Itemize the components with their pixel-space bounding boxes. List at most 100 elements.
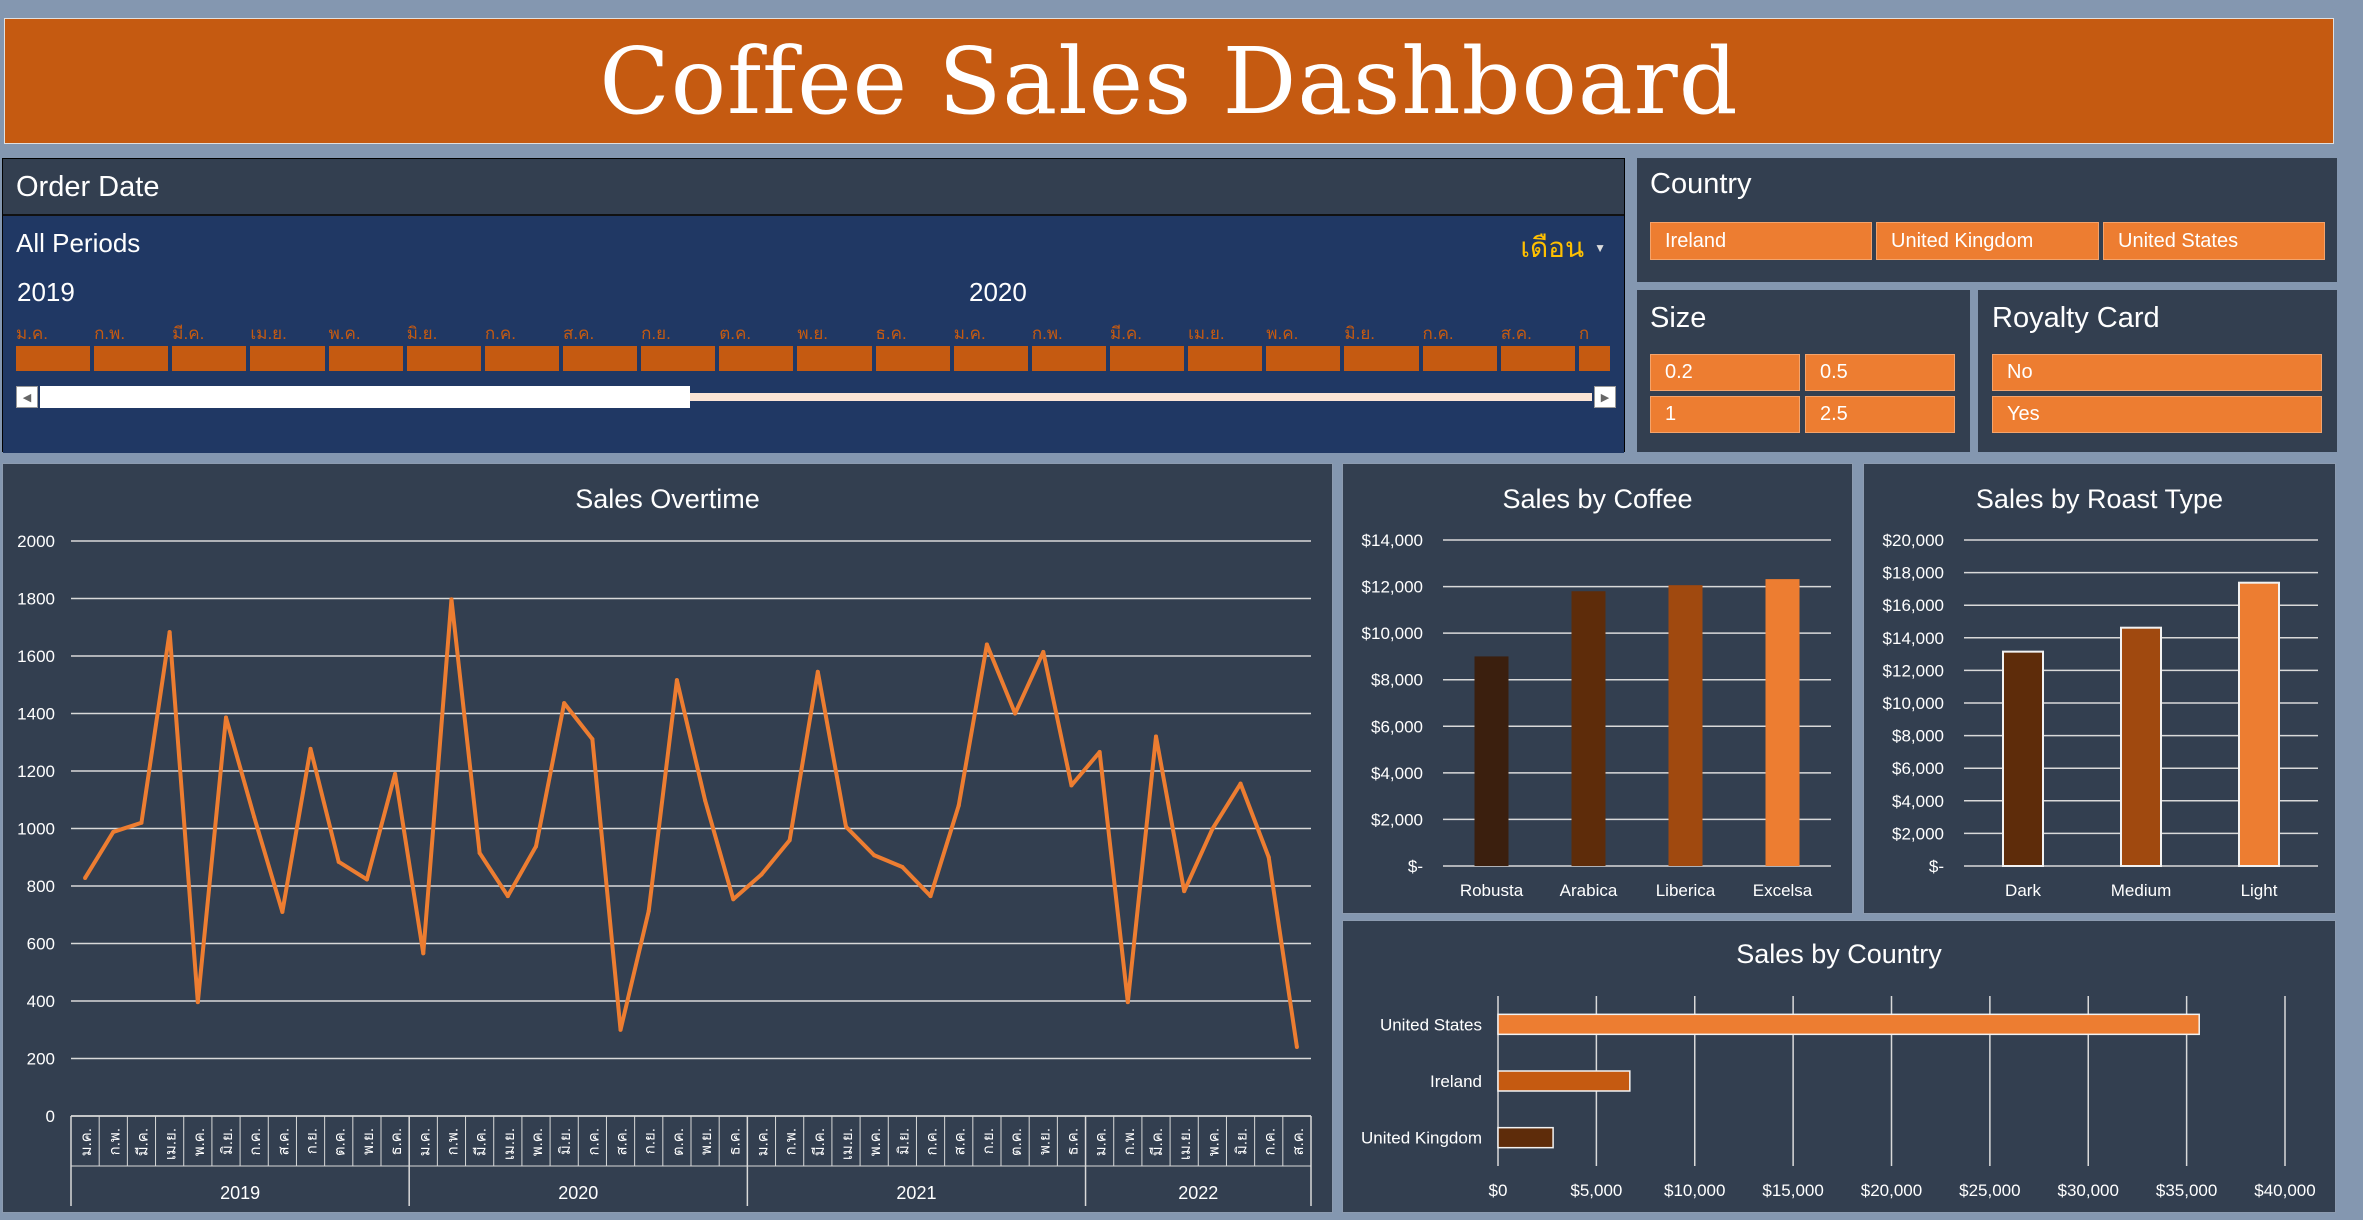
x-tick-label: มี.ค. (473, 1128, 490, 1156)
year-label: 2019 (220, 1183, 260, 1203)
x-tick-label: มี.ค. (1149, 1128, 1166, 1156)
timeline-level-dropdown[interactable]: เดือน ▼ (1520, 226, 1606, 270)
timeline-year-label: 2019 (17, 277, 75, 307)
scroll-left-button[interactable]: ◀ (16, 386, 38, 408)
timeline-period-label: All Periods (16, 228, 141, 258)
y-tick-label: 0 (46, 1107, 55, 1126)
timeline-month-cell[interactable] (1578, 346, 1610, 371)
coffee-chart-svg: $- $2,000 $4,000 $6,000 $8,000 $10,000 $12,000… (1362, 531, 1831, 900)
timeline-month-cell[interactable] (1266, 346, 1341, 371)
country-button-united-kingdom[interactable]: United Kingdom (1876, 222, 2099, 260)
timeline-scroll-thumb[interactable] (40, 386, 690, 408)
data-point (1097, 750, 1102, 755)
y-tick-label: $2,000 (1892, 824, 1944, 843)
timeline-month-label: มี.ค. (1109, 324, 1143, 343)
timeline-month-cell[interactable] (641, 346, 716, 371)
x-tick-label: มี.ค. (134, 1128, 151, 1156)
y-tick-label: United States (1380, 1015, 1482, 1034)
timeline-body: All Periods เดือน ▼ 2019 2020 ม.ค. ก.พ. มี… (3, 216, 1624, 453)
timeline-month-cell[interactable] (1188, 346, 1263, 371)
x-tick-label: พ.ค. (529, 1128, 546, 1156)
timeline-month-cell[interactable] (719, 346, 794, 371)
data-point (139, 820, 144, 825)
timeline-month-cell[interactable] (1031, 346, 1106, 371)
timeline-month-cell[interactable] (250, 346, 325, 371)
data-point (872, 853, 877, 858)
chevron-down-icon: ▼ (1594, 241, 1606, 255)
data-point (731, 897, 736, 902)
data-point (1294, 1045, 1299, 1049)
timeline-month-cell[interactable] (1500, 346, 1575, 371)
x-tick-label: $25,000 (1959, 1181, 2020, 1200)
x-tick-label: ธ.ค. (1064, 1128, 1081, 1156)
timeline-month-label: เม.ย. (1188, 324, 1225, 343)
data-point (1041, 649, 1046, 654)
x-tick-label: $5,000 (1570, 1181, 1622, 1200)
country-button-united-states[interactable]: United States (2103, 222, 2325, 260)
dashboard-title: Coffee Sales Dashboard (599, 27, 1739, 135)
x-tick-label: $35,000 (2156, 1181, 2217, 1200)
timeline-month-label: ก.พ. (94, 324, 126, 343)
timeline-month-cell[interactable] (1344, 346, 1419, 371)
size-button-0-2[interactable]: 0.2 (1650, 354, 1800, 391)
sales-by-coffee-chart: Sales by Coffee $- $2,000 $4,000 $6,000 $8,0… (1342, 463, 1853, 914)
data-point (1238, 781, 1243, 786)
x-tick-label: ก.ค. (585, 1128, 602, 1155)
timeline-month-cell[interactable] (1109, 346, 1185, 371)
timeline-month-label: ก.ค. (1422, 324, 1454, 343)
y-tick-label: 1400 (17, 705, 55, 724)
timeline-month-cell[interactable] (484, 346, 559, 371)
year-label: 2020 (558, 1183, 598, 1203)
data-point (844, 824, 848, 829)
size-button-0-5[interactable]: 0.5 (1805, 354, 1955, 391)
timeline-month-cell[interactable] (875, 346, 950, 371)
timeline-month-cell[interactable] (172, 346, 247, 371)
royalty-button-no[interactable]: No (1992, 354, 2322, 391)
timeline-title: Order Date (16, 171, 160, 203)
x-tick-label: ต.ค. (670, 1128, 687, 1156)
x-tick-label: $15,000 (1762, 1181, 1823, 1200)
country-slicer: Country Ireland United Kingdom United St… (1637, 158, 2337, 282)
series-line (83, 597, 1299, 1048)
y-tick-label: $6,000 (1892, 759, 1944, 778)
timeline-month-cell[interactable] (328, 346, 403, 371)
timeline-month-cell[interactable] (406, 346, 481, 371)
size-button-1[interactable]: 1 (1650, 396, 1800, 433)
timeline-month-cell[interactable] (16, 346, 91, 371)
timeline-month-label: ม.ค. (953, 324, 986, 343)
country-button-ireland[interactable]: Ireland (1650, 222, 1872, 260)
x-tick-label: $30,000 (2058, 1181, 2119, 1200)
x-tick-label: ต.ค. (332, 1128, 349, 1156)
timeline-month-cell[interactable] (562, 346, 638, 371)
timeline-month-label: พ.ค. (1266, 324, 1299, 343)
timeline-header: Order Date (3, 159, 1624, 216)
x-tick-label: ก.ย. (642, 1128, 659, 1154)
y-tick-label: $10,000 (1883, 694, 1944, 713)
data-point (336, 859, 341, 864)
timeline-level-label: เดือน (1520, 232, 1585, 263)
timeline-scrollbar[interactable]: ◀ ▶ (16, 386, 1616, 408)
royalty-button-yes[interactable]: Yes (1992, 396, 2322, 433)
timeline-month-cell[interactable] (953, 346, 1028, 371)
data-point (308, 746, 313, 751)
data-point (252, 815, 257, 819)
year-label: 2022 (1178, 1183, 1218, 1203)
sales-by-roast-chart: Sales by Roast Type $- $2,000 $4,000 $6,000… (1863, 463, 2336, 914)
x-tick-label: ธ.ค. (388, 1128, 405, 1156)
scroll-right-button[interactable]: ▶ (1594, 386, 1616, 408)
timeline-year-label: 2020 (969, 277, 1027, 307)
y-tick-label: $2,000 (1371, 810, 1423, 829)
size-button-2-5[interactable]: 2.5 (1805, 396, 1955, 433)
size-slicer-title: Size (1650, 302, 1707, 334)
timeline-month-cell[interactable] (94, 346, 169, 371)
order-date-timeline[interactable]: Order Date All Periods เดือน ▼ 2019 2020… (2, 158, 1625, 453)
timeline-month-cell[interactable] (797, 346, 872, 371)
data-point (534, 844, 538, 849)
arrow-right-icon: ▶ (1600, 391, 1610, 404)
data-point (900, 865, 905, 870)
timeline-month-cell[interactable] (1422, 346, 1497, 371)
x-tick-label: ก.ย. (980, 1128, 997, 1154)
data-point (787, 838, 792, 843)
bar (1497, 1070, 1631, 1092)
data-point (646, 909, 651, 914)
